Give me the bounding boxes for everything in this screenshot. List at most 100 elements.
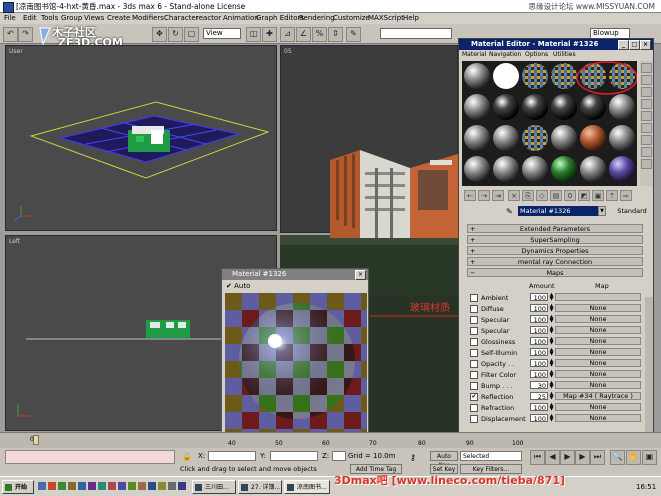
key-icon[interactable]: ⚷: [410, 453, 416, 462]
sample-type-icon[interactable]: [641, 63, 652, 73]
video-color-check-icon[interactable]: [641, 111, 652, 121]
quicklaunch-icon[interactable]: [148, 482, 156, 490]
map-enable-checkbox[interactable]: [470, 404, 478, 412]
rotate-icon[interactable]: ↻: [168, 27, 183, 42]
rollout-dynamics-properties[interactable]: + Dynamics Properties: [467, 246, 643, 255]
spinner-icon[interactable]: ▲ ▼: [549, 337, 554, 346]
start-button[interactable]: 开始: [2, 480, 34, 494]
rollout-maps[interactable]: − Maps: [467, 268, 643, 277]
put-to-library-icon[interactable]: ▤: [550, 190, 562, 201]
named-selection-field[interactable]: [380, 28, 452, 39]
map-amount-field[interactable]: 100: [530, 414, 548, 423]
quicklaunch-icon[interactable]: [78, 482, 86, 490]
material-editor-window[interactable]: Material Editor - Material #1326 _ □ × M…: [458, 38, 654, 433]
chevron-down-icon[interactable]: ▼: [598, 206, 606, 216]
undo-icon[interactable]: ↶: [3, 27, 18, 42]
app-icon[interactable]: [3, 2, 14, 13]
auto-key-button[interactable]: Auto Key: [430, 451, 458, 469]
reset-map-icon[interactable]: ×: [508, 190, 520, 201]
quicklaunch-icon[interactable]: [68, 482, 76, 490]
map-enable-checkbox[interactable]: [470, 349, 478, 357]
menu-animation[interactable]: Animation: [223, 14, 259, 22]
options-icon[interactable]: [641, 135, 652, 145]
spinner-icon[interactable]: ▲ ▼: [549, 315, 554, 324]
spinner-icon[interactable]: ▲ ▼: [549, 326, 554, 335]
maxscript-listener[interactable]: [5, 450, 175, 464]
material-map-navigator-icon[interactable]: [641, 159, 652, 169]
y-coord-field[interactable]: [270, 451, 318, 461]
menu-edit[interactable]: Edit: [23, 14, 37, 22]
redo-icon[interactable]: ↷: [18, 27, 33, 42]
map-amount-field[interactable]: 100: [530, 403, 548, 412]
quicklaunch-icon[interactable]: [158, 482, 166, 490]
uv-tiling-icon[interactable]: [641, 99, 652, 109]
map-enable-checkbox[interactable]: ✔: [470, 393, 478, 401]
reference-coord-select[interactable]: View: [203, 28, 241, 39]
rollout-scrollbar[interactable]: [645, 297, 653, 432]
taskbar-item[interactable]: 三川田...: [192, 480, 236, 494]
quicklaunch-icon[interactable]: [48, 482, 56, 490]
spinner-snap-icon[interactable]: ⇕: [328, 27, 343, 42]
percent-snap-icon[interactable]: %: [312, 27, 327, 42]
map-slot-button[interactable]: None: [555, 359, 641, 367]
quicklaunch-icon[interactable]: [58, 482, 66, 490]
map-enable-checkbox[interactable]: [470, 327, 478, 335]
pan-icon[interactable]: ✋: [626, 450, 641, 465]
map-enable-checkbox[interactable]: [470, 382, 478, 390]
go-to-parent-icon[interactable]: ⇡: [606, 190, 618, 201]
map-enable-checkbox[interactable]: [470, 294, 478, 302]
pivot-icon[interactable]: ◫: [246, 27, 261, 42]
quicklaunch-icon[interactable]: [108, 482, 116, 490]
select-by-material-icon[interactable]: [641, 147, 652, 157]
spinner-icon[interactable]: ▲ ▼: [549, 304, 554, 313]
material-preview-window[interactable]: Material #1326 × ✔ Auto: [221, 268, 369, 434]
menu-create[interactable]: Create: [107, 14, 130, 22]
rollout-supersampling[interactable]: + SuperSampling: [467, 235, 643, 244]
map-amount-field[interactable]: 100: [530, 370, 548, 379]
show-end-result-icon[interactable]: ▣: [592, 190, 604, 201]
taskbar-item[interactable]: 27. 详簿...: [238, 480, 282, 494]
quicklaunch-icon[interactable]: [138, 482, 146, 490]
map-slot-button[interactable]: [555, 293, 641, 301]
map-amount-field[interactable]: 25: [530, 392, 548, 401]
put-to-scene-icon[interactable]: ⇢: [478, 190, 490, 201]
make-preview-icon[interactable]: [641, 123, 652, 133]
make-copy-icon[interactable]: ⎘: [522, 190, 534, 201]
map-slot-button[interactable]: None: [555, 315, 641, 323]
material-id-icon[interactable]: 0: [564, 190, 576, 201]
x-coord-field[interactable]: [208, 451, 256, 461]
timeline[interactable]: 0 40 50 60 70 80 90 100: [0, 432, 661, 448]
named-selection-icon[interactable]: ✎: [346, 27, 361, 42]
ie-icon[interactable]: [38, 482, 46, 490]
spinner-icon[interactable]: ▲ ▼: [549, 403, 554, 412]
map-amount-field[interactable]: 30: [530, 381, 548, 390]
next-frame-icon[interactable]: ▶: [575, 450, 590, 465]
taskbar-item-active[interactable]: 凉南图书...: [284, 480, 330, 494]
go-to-end-icon[interactable]: ⏭: [590, 450, 605, 465]
map-amount-field[interactable]: 100: [530, 337, 548, 346]
map-slot-button[interactable]: None: [555, 403, 641, 411]
map-amount-field[interactable]: 100: [530, 315, 548, 324]
map-slot-button[interactable]: None: [555, 370, 641, 378]
viewport-user[interactable]: User: [5, 45, 277, 231]
go-forward-sibling-icon[interactable]: ⇨: [620, 190, 632, 201]
play-icon[interactable]: ▶: [560, 450, 575, 465]
map-enable-checkbox[interactable]: [470, 360, 478, 368]
spinner-icon[interactable]: ▲ ▼: [549, 370, 554, 379]
menu-tools[interactable]: Tools: [41, 14, 58, 22]
snap-icon[interactable]: ⊿: [280, 27, 295, 42]
quicklaunch-icon[interactable]: [98, 482, 106, 490]
map-enable-checkbox[interactable]: [470, 371, 478, 379]
menu-file[interactable]: File: [4, 14, 16, 22]
menu-views[interactable]: Views: [84, 14, 104, 22]
menu-utilities[interactable]: Utilities: [553, 51, 576, 58]
backlight-icon[interactable]: [641, 75, 652, 85]
lock-icon[interactable]: 🔒: [182, 452, 192, 461]
map-slot-button[interactable]: None: [555, 348, 641, 356]
selected-dropdown[interactable]: Selected: [460, 451, 522, 461]
get-material-icon[interactable]: ⇠: [464, 190, 476, 201]
rollout-extended-parameters[interactable]: + Extended Parameters: [467, 224, 643, 233]
map-slot-button[interactable]: None: [555, 304, 641, 312]
map-amount-field[interactable]: 100: [530, 359, 548, 368]
assign-material-icon[interactable]: ⇥: [492, 190, 504, 201]
